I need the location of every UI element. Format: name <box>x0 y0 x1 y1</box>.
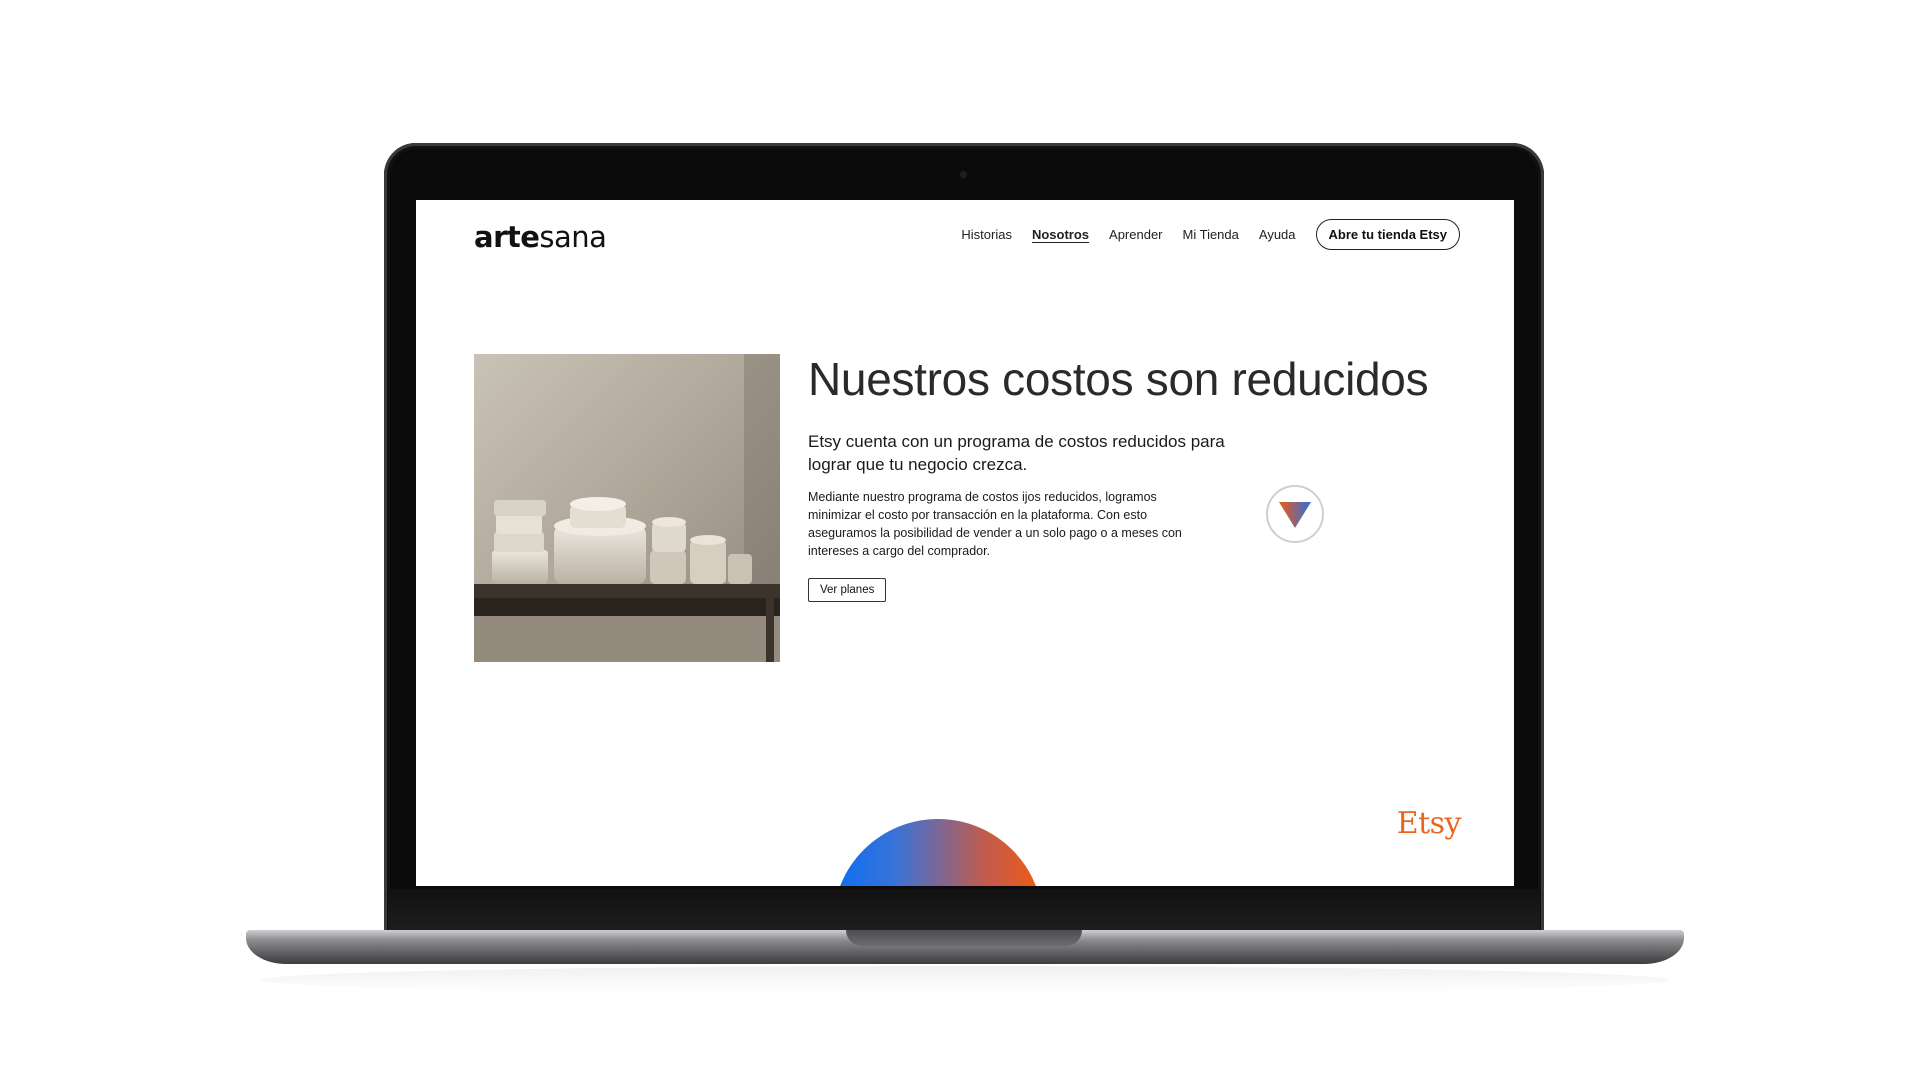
brand-logo[interactable]: artesana <box>474 220 607 254</box>
scroll-down-button[interactable] <box>1266 485 1324 543</box>
nav-item-mi-tienda[interactable]: Mi Tienda <box>1183 227 1239 242</box>
laptop-shadow <box>260 966 1670 994</box>
gradient-dome-decoration <box>833 819 1043 886</box>
stage: artesana Historias Nosotros Aprender Mi … <box>0 0 1920 1080</box>
laptop-bottom-bezel <box>388 889 1540 933</box>
main-nav: Historias Nosotros Aprender Mi Tienda Ay… <box>961 219 1460 250</box>
pottery-shelf-image <box>474 354 780 662</box>
camera-dot <box>960 171 967 178</box>
nav-item-ayuda[interactable]: Ayuda <box>1259 227 1296 242</box>
laptop-notch <box>846 930 1082 946</box>
laptop-screen: artesana Historias Nosotros Aprender Mi … <box>416 200 1514 886</box>
hero-body-text: Mediante nuestro programa de costos ijos… <box>808 490 1182 558</box>
etsy-logo[interactable]: Etsy <box>1397 806 1462 841</box>
brand-logo-part2: sana <box>539 220 607 254</box>
hero-headline: Nuestros costos son reducidos <box>808 353 1429 405</box>
brand-logo-part1: arte <box>474 220 540 254</box>
view-plans-button[interactable]: Ver planes <box>808 578 887 602</box>
nav-item-historias[interactable]: Historias <box>961 227 1012 242</box>
nav-item-aprender[interactable]: Aprender <box>1109 227 1162 242</box>
down-triangle-icon <box>1279 502 1311 528</box>
nav-item-nosotros[interactable]: Nosotros <box>1032 227 1089 242</box>
open-shop-button[interactable]: Abre tu tienda Etsy <box>1315 219 1460 250</box>
hero-subhead: Etsy cuenta con un programa de costos re… <box>808 432 1225 474</box>
hero-photo <box>474 354 780 662</box>
